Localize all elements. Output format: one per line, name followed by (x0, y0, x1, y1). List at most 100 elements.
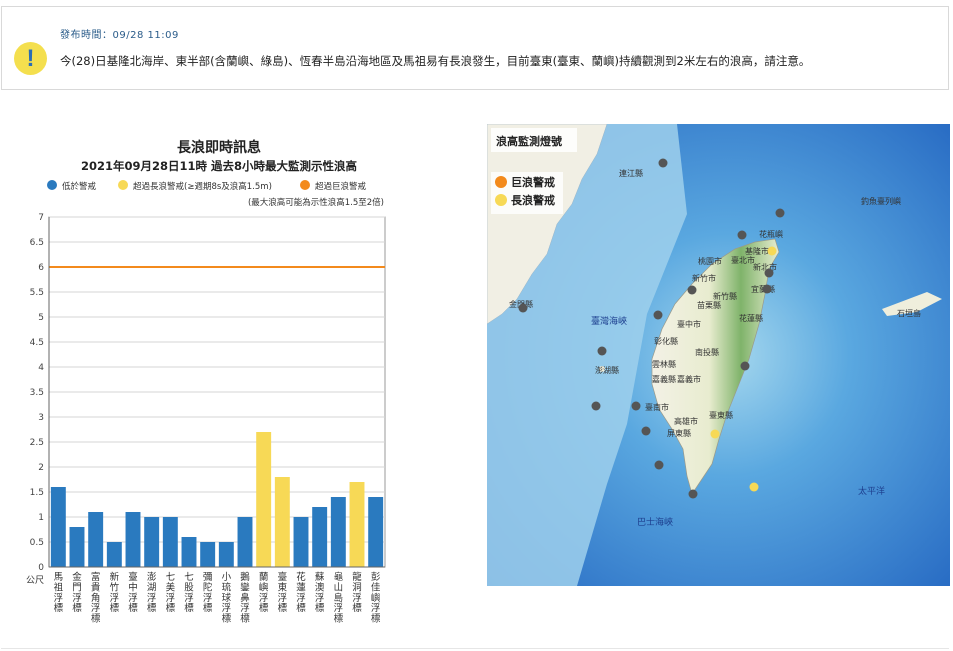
y-tick-label: 2 (38, 463, 44, 473)
y-tick-label: 2.5 (30, 438, 44, 448)
place-chiayi-county: 嘉義縣 (652, 374, 676, 384)
bar[interactable] (256, 432, 272, 567)
station-dot[interactable] (764, 268, 774, 278)
station-dot[interactable] (749, 482, 759, 492)
legend-marker (47, 180, 57, 190)
x-tick-label: 彭佳嶼浮標 (371, 571, 381, 625)
y-tick-label: 6.5 (30, 238, 44, 248)
x-tick-label: 鵝鑾鼻浮標 (240, 571, 250, 625)
station-dot[interactable] (591, 401, 601, 411)
place-tainan: 臺南市 (645, 402, 669, 412)
bar[interactable] (312, 507, 328, 567)
alert-box: ! 發布時間：09/28 11:09 今(28)日基隆北海岸、東半部(含蘭嶼、綠… (1, 6, 949, 90)
station-dot[interactable] (687, 285, 697, 295)
station-dot[interactable] (658, 158, 668, 168)
y-tick-label: 4.5 (30, 338, 44, 348)
place-taipei: 臺北市 (731, 255, 755, 265)
big-wave-legend-label: 巨浪警戒 (511, 175, 555, 189)
place-kaohsiung: 高雄市 (674, 416, 698, 426)
place-huaping-islet: 花瓶嶼 (759, 229, 783, 239)
place-changhua: 彰化縣 (654, 336, 678, 346)
y-tick-label: 3 (38, 413, 44, 423)
station-dot[interactable] (654, 460, 664, 470)
place-diaoyutai: 釣魚臺列嶼 (861, 196, 901, 206)
sea-bashi-channel: 巴士海峽 (637, 516, 673, 528)
y-tick-label: 3.5 (30, 388, 44, 398)
legend-label: 超過巨浪警戒 (315, 181, 367, 192)
wave-height-chart: 長浪即時訊息 2021年09月28日11時 過去8小時最大監測示性浪高 低於警戒… (4, 130, 404, 630)
chart-legend: 低於警戒 超過長浪警戒(≥週期8s及浪高1.5m) 超過巨浪警戒 (47, 180, 367, 192)
x-axis-labels: 馬祖浮標金門浮標富貴角浮標新竹浮標臺中浮標澎湖浮標七美浮標七股浮標彌陀浮標小琉球… (54, 571, 381, 625)
station-dot[interactable] (653, 310, 663, 320)
bar[interactable] (200, 542, 216, 567)
station-dot[interactable] (767, 246, 777, 256)
bottom-divider (1, 648, 949, 649)
x-tick-label: 蘇澳浮標 (315, 571, 325, 614)
station-dot[interactable] (688, 489, 698, 499)
sea-pacific-ocean: 太平洋 (858, 485, 885, 497)
y-tick-label: 1.5 (30, 488, 44, 498)
wave-monitoring-map[interactable]: 浪高監測燈號 巨浪警戒 長浪警戒 連江縣 基隆市 臺北市 新北市 桃園市 新竹市… (487, 124, 950, 586)
y-tick-label: 0 (38, 563, 44, 573)
bar[interactable] (50, 487, 66, 567)
alert-message: 今(28)日基隆北海岸、東半部(含蘭嶼、綠島)、恆春半島沿海地區及馬祖易有長浪發… (60, 54, 811, 68)
x-tick-label: 龍洞浮標 (352, 571, 362, 614)
bar[interactable] (368, 497, 384, 567)
legend-label: 低於警戒 (62, 181, 97, 192)
x-tick-label: 金門浮標 (72, 571, 82, 614)
x-tick-label: 臺中浮標 (128, 571, 138, 614)
station-dot[interactable] (775, 208, 785, 218)
x-tick-label: 龜山島浮標 (334, 571, 344, 625)
x-tick-label: 花蓮浮標 (296, 571, 306, 614)
swell-legend-label: 長浪警戒 (511, 193, 555, 207)
place-hsinchu-city: 新竹市 (692, 273, 716, 283)
bar[interactable] (181, 537, 197, 567)
map-svg: 浪高監測燈號 巨浪警戒 長浪警戒 連江縣 基隆市 臺北市 新北市 桃園市 新竹市… (487, 124, 950, 586)
bar[interactable] (349, 482, 365, 567)
place-pingtung: 屏東縣 (667, 428, 691, 438)
station-dot[interactable] (740, 361, 750, 371)
place-nantou: 南投縣 (695, 347, 719, 357)
x-tick-label: 彌陀浮標 (203, 572, 213, 614)
bar[interactable] (125, 512, 141, 567)
x-tick-label: 澎湖浮標 (147, 571, 157, 614)
station-dot[interactable] (518, 303, 528, 313)
place-chiayi-city: 嘉義市 (677, 374, 701, 384)
bar[interactable] (293, 517, 309, 567)
bar[interactable] (144, 517, 160, 567)
legend-marker (118, 180, 128, 190)
bar[interactable] (330, 497, 346, 567)
bar[interactable] (88, 512, 104, 567)
bar[interactable] (274, 477, 290, 567)
chart-note: (最大浪高可能為示性浪高1.5至2倍) (248, 197, 384, 208)
station-dot[interactable] (631, 401, 641, 411)
station-dot[interactable] (710, 429, 720, 439)
y-tick-label: 0.5 (30, 538, 44, 548)
x-tick-label: 馬祖浮標 (54, 572, 64, 614)
station-dot[interactable] (762, 284, 772, 294)
exclamation-icon: ! (14, 42, 47, 75)
station-dot[interactable] (737, 230, 747, 240)
x-tick-label: 富貴角浮標 (91, 571, 101, 625)
place-taitung: 臺東縣 (709, 410, 733, 420)
place-penghu: 澎湖縣 (595, 365, 619, 375)
y-tick-label: 5 (38, 313, 44, 323)
station-dot[interactable] (597, 346, 607, 356)
bar[interactable] (218, 542, 234, 567)
x-tick-label: 七股浮標 (184, 572, 194, 614)
legend-label: 超過長浪警戒(≥週期8s及浪高1.5m) (133, 181, 272, 192)
y-axis-label: 公尺 (26, 575, 44, 586)
station-dot[interactable] (641, 426, 651, 436)
y-tick-label: 5.5 (30, 288, 44, 298)
x-tick-label: 臺東浮標 (278, 571, 288, 614)
place-yunlin: 雲林縣 (652, 359, 676, 369)
place-new-taipei: 新北市 (753, 262, 777, 272)
bar[interactable] (69, 527, 85, 567)
bar[interactable] (162, 517, 178, 567)
bar[interactable] (237, 517, 253, 567)
bar[interactable] (106, 542, 122, 567)
y-tick-label: 6 (38, 263, 44, 273)
x-tick-label: 蘭嶼浮標 (259, 571, 269, 614)
x-tick-label: 小琉球浮標 (222, 572, 232, 625)
chart-svg: 長浪即時訊息 2021年09月28日11時 過去8小時最大監測示性浪高 低於警戒… (26, 139, 386, 625)
